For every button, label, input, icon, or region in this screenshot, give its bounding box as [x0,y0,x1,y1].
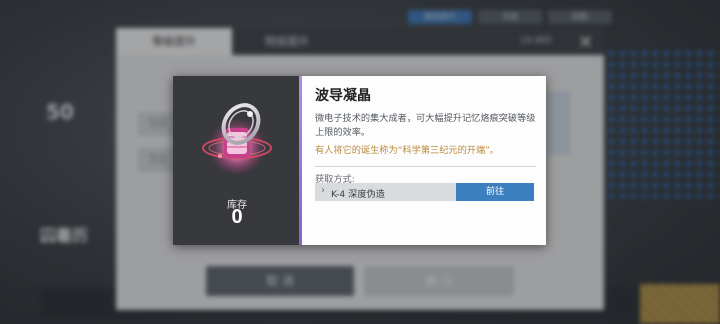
go-button[interactable]: 前往 [456,183,534,201]
item-flavor-quote: 有人将它的诞生称为“科学第三纪元的开端”。 [315,145,500,156]
obtain-source-row[interactable]: › K-4 深度伪造 前往 [315,183,534,201]
divider [315,166,536,167]
stock-count: 0 [231,206,243,228]
item-description: 微电子技术的集大成者，可大幅提升记忆烙痕突破等级上限的效率。 [315,113,536,138]
chevron-right-icon: › [321,185,325,196]
obtain-source-label: K-4 深度伪造 [331,189,385,200]
item-detail-popup: 库存 0 波导凝晶 微电子技术的集大成者，可大幅提升记忆烙痕突破等级上限的效率。… [173,76,546,245]
item-icon-pane: 库存 0 [173,76,301,245]
crystal-core-icon [202,103,272,174]
accent-bar [299,76,302,245]
item-name: 波导凝晶 [315,88,371,104]
